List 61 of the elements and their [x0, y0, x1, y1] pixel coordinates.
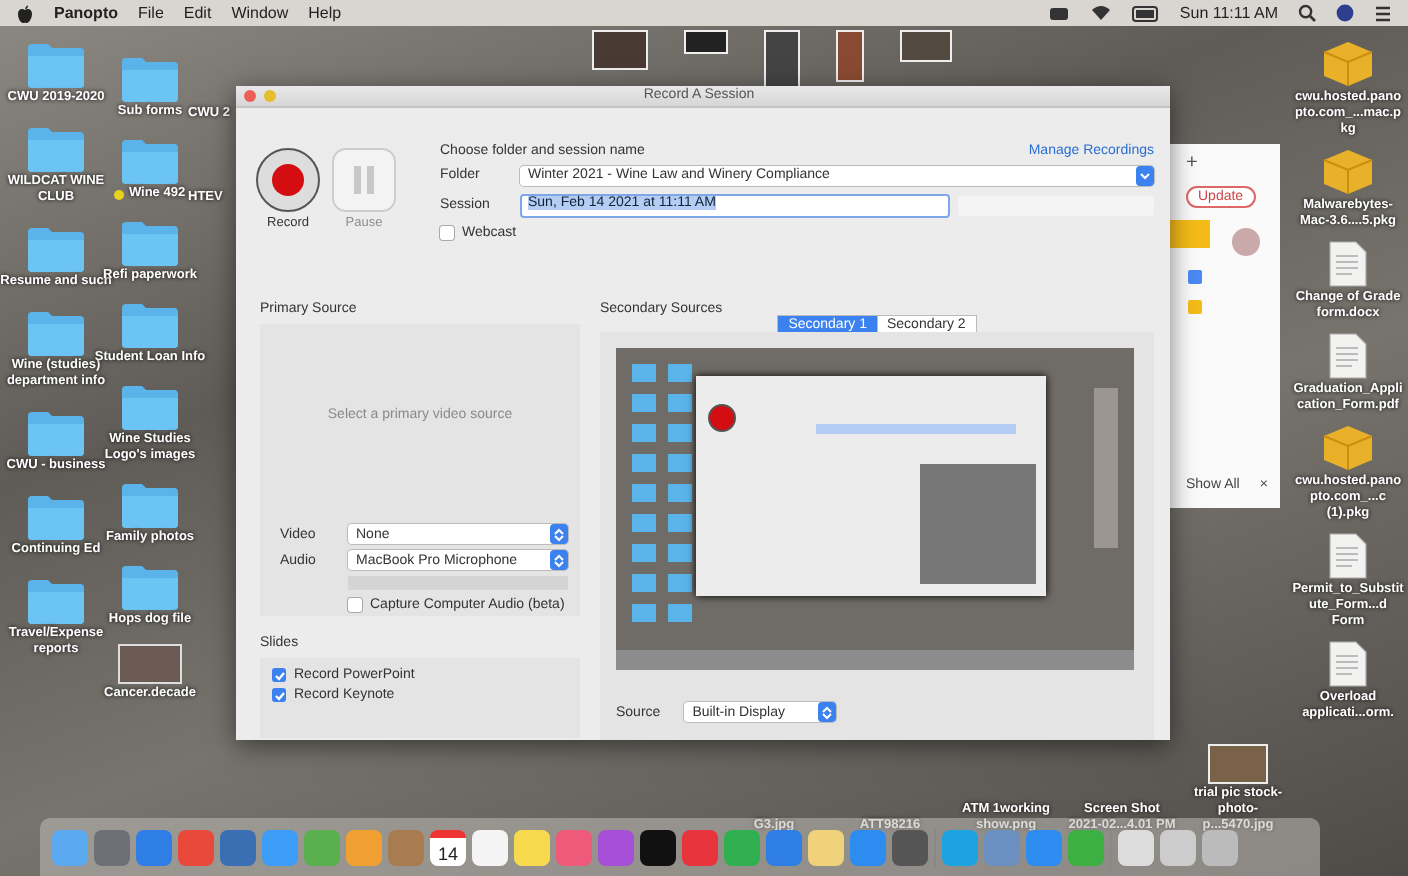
photo-thumbnail[interactable] — [684, 30, 728, 54]
stepper-icon — [554, 527, 564, 541]
calendar-icon[interactable] — [1186, 268, 1204, 286]
new-tab-button[interactable]: + — [1186, 152, 1198, 174]
folder-icon[interactable] — [120, 382, 180, 430]
package-icon[interactable] — [1322, 148, 1374, 196]
apple-icon[interactable] — [16, 3, 34, 23]
calendar-icon[interactable]: 14 — [430, 829, 466, 865]
folder-icon[interactable] — [26, 576, 86, 624]
folder-icon[interactable] — [26, 408, 86, 456]
wifi-icon[interactable] — [1089, 4, 1112, 22]
folder-icon[interactable] — [26, 124, 86, 172]
list-icon[interactable] — [1374, 5, 1392, 21]
minimize-button[interactable] — [264, 89, 276, 102]
document-icon[interactable] — [1328, 532, 1368, 580]
photo-thumbnail[interactable] — [1208, 744, 1268, 784]
close-button[interactable] — [244, 89, 256, 102]
photo-thumbnail[interactable] — [592, 30, 648, 70]
document-icon[interactable] — [1328, 640, 1368, 688]
menu-clock[interactable]: Sun 11:11 AM — [1179, 4, 1278, 22]
menu-item[interactable]: Edit — [183, 4, 212, 22]
video-thumbnail[interactable] — [118, 644, 182, 684]
app-icon[interactable] — [640, 829, 676, 865]
app-menu[interactable]: Panopto — [54, 4, 118, 22]
document-icon[interactable] — [1328, 240, 1368, 288]
note-icon[interactable] — [1186, 298, 1204, 316]
photo-thumbnail[interactable] — [764, 30, 800, 90]
capture-audio-checkbox[interactable] — [348, 598, 362, 612]
folder-icon[interactable] — [120, 218, 180, 266]
document-icon[interactable] — [1328, 332, 1368, 380]
pause-icon — [350, 163, 378, 196]
folder-icon[interactable] — [120, 300, 180, 348]
search-icon[interactable] — [1298, 4, 1316, 22]
record-button[interactable] — [256, 147, 320, 212]
menu-item[interactable]: Window — [231, 4, 289, 22]
stepper-icon — [554, 553, 564, 567]
folder-icon[interactable] — [26, 308, 86, 356]
menu-item[interactable]: File — [138, 4, 164, 22]
folder-icon[interactable] — [26, 40, 86, 88]
folder-icon[interactable] — [120, 562, 180, 610]
screen-icon[interactable] — [1047, 5, 1070, 21]
package-icon[interactable] — [1322, 424, 1374, 472]
menu-item[interactable]: Help — [308, 4, 342, 22]
battery-icon[interactable] — [1131, 5, 1160, 21]
stepper-icon — [822, 705, 833, 719]
folder-icon[interactable] — [26, 224, 86, 272]
avatar — [1232, 228, 1260, 256]
folder-icon[interactable] — [120, 136, 180, 184]
slide-checkbox[interactable] — [272, 668, 286, 682]
app-icon[interactable] — [472, 829, 508, 865]
slide-checkbox[interactable] — [272, 688, 286, 702]
package-icon[interactable] — [1322, 40, 1374, 88]
photo-thumbnail[interactable] — [836, 30, 864, 82]
folder-icon[interactable] — [120, 480, 180, 528]
webcast-checkbox[interactable] — [440, 225, 454, 240]
siri-icon[interactable] — [1336, 4, 1354, 22]
photo-thumbnail[interactable] — [900, 30, 952, 62]
banner — [1170, 220, 1210, 248]
folder-icon[interactable] — [26, 492, 86, 540]
chevron-icon — [1140, 171, 1150, 180]
folder-icon[interactable] — [120, 54, 180, 102]
